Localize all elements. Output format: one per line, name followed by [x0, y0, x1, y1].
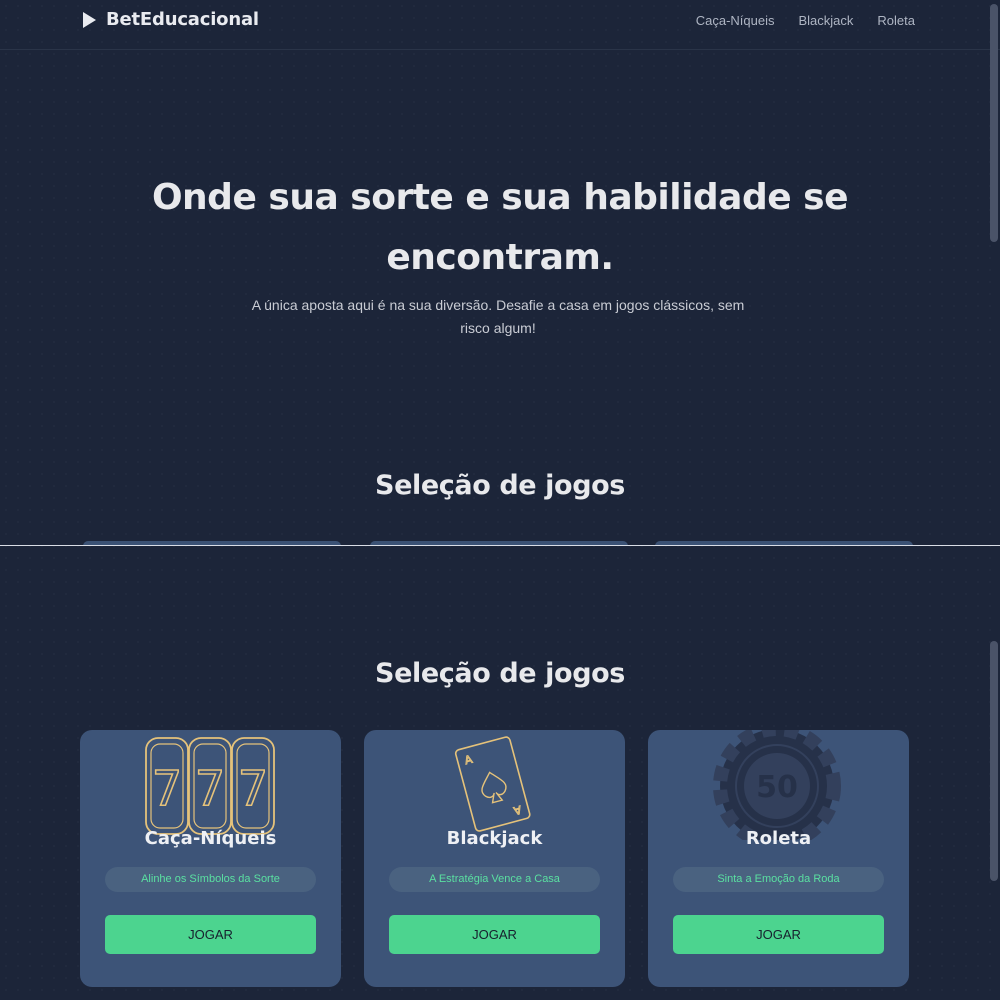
logo-link[interactable]: BetEducacional [83, 9, 259, 30]
reel-symbol: 7 [238, 761, 269, 817]
playing-card-icon: A A [454, 736, 531, 832]
logo-text: BetEducacional [106, 9, 259, 30]
reel-symbol: 7 [152, 761, 183, 817]
main-nav: Caça-Níqueis Blackjack Roleta [696, 13, 915, 28]
poker-chip-icon: 50 [713, 730, 841, 840]
game-card-blackjack: A A Blackjack A Estratégia Vence a Casa … [364, 730, 625, 987]
scrollbar-thumb[interactable] [990, 4, 998, 242]
card-rank: A [463, 753, 474, 768]
scrollbar-thumb[interactable] [990, 641, 998, 881]
card-title: Caça-Níqueis [144, 828, 277, 849]
card-tagline-badge: Alinhe os Símbolos da Sorte [105, 867, 316, 892]
viewport-top: BetEducacional Caça-Níqueis Blackjack Ro… [0, 0, 1000, 545]
play-button-roleta[interactable]: JOGAR [673, 915, 884, 954]
game-card-caca-niqueis: 7 7 7 Caça-Níqueis Alinhe os Símbolos da… [80, 730, 341, 987]
play-icon [83, 11, 96, 28]
play-button-caca-niqueis[interactable]: JOGAR [105, 915, 316, 954]
card-tagline-badge: A Estratégia Vence a Casa [389, 867, 600, 892]
game-card-roleta: 50 Roleta Sinta a Emoção da Roda JOGAR [648, 730, 909, 987]
hero-title: Onde sua sorte e sua habilidade se encon… [151, 177, 849, 278]
games-section-title: Seleção de jogos [375, 658, 625, 689]
navbar: BetEducacional Caça-Níqueis Blackjack Ro… [0, 0, 1000, 50]
card-tagline-badge: Sinta a Emoção da Roda [673, 867, 884, 892]
scrollbar[interactable] [988, 546, 1000, 1000]
card-rank: A [512, 803, 523, 818]
chip-value: 50 [756, 770, 798, 805]
nav-link-caca-niqueis[interactable]: Caça-Níqueis [696, 13, 775, 28]
nav-link-roleta[interactable]: Roleta [877, 13, 915, 28]
slot-777-icon: 7 7 7 [145, 737, 275, 835]
games-section-title: Seleção de jogos [375, 470, 625, 501]
play-button-blackjack[interactable]: JOGAR [389, 915, 600, 954]
scrollbar[interactable] [988, 0, 1000, 545]
reel-symbol: 7 [195, 761, 226, 817]
card-title: Blackjack [446, 828, 543, 849]
card-title: Roleta [745, 828, 812, 849]
nav-link-blackjack[interactable]: Blackjack [799, 13, 854, 28]
hero-subtitle: A única aposta aqui é na sua diversão. D… [251, 297, 745, 336]
viewport-games: Seleção de jogos 7 7 7 Caça-Níqueis Alin… [0, 545, 1000, 1000]
